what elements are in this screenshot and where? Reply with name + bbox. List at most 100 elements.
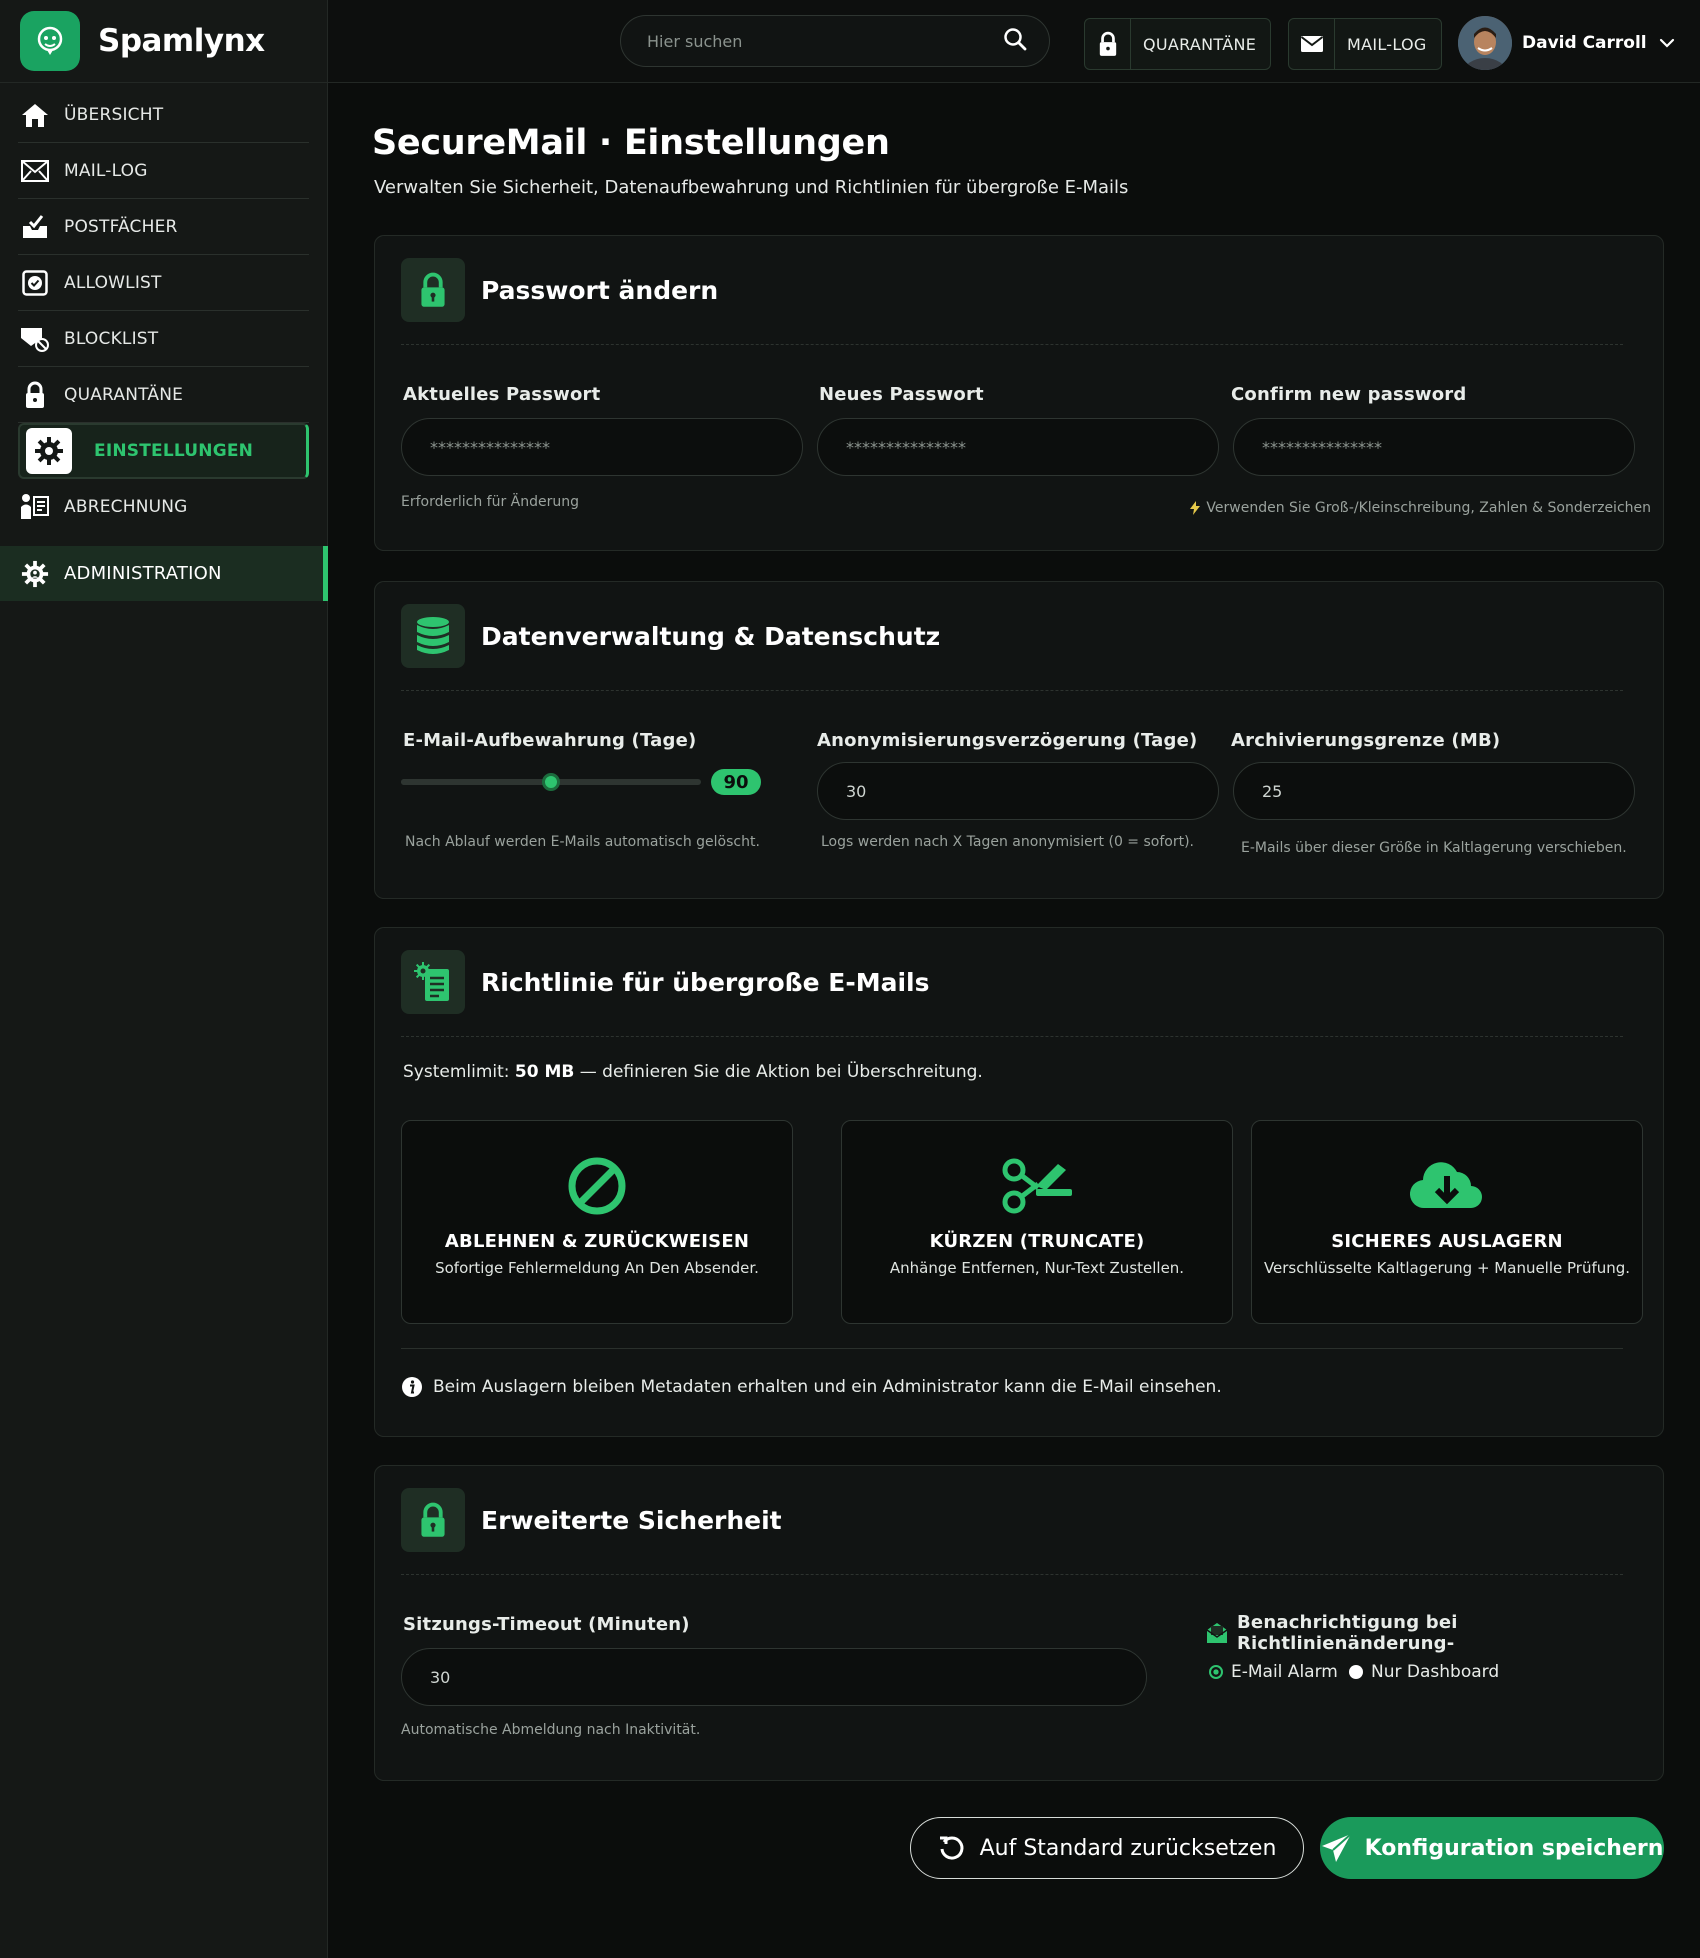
option-title: SICHERES AUSLAGERN <box>1331 1231 1563 1252</box>
avatar[interactable] <box>1458 16 1512 70</box>
sidebar-item-quarantine[interactable]: QUARANTÄNE <box>18 367 309 423</box>
sidebar-item-label: ALLOWLIST <box>64 272 162 293</box>
system-limit-suffix: — definieren Sie die Aktion bei Überschr… <box>574 1062 983 1082</box>
ban-icon <box>402 1151 792 1221</box>
info-icon <box>401 1376 423 1398</box>
confirm-password-field[interactable] <box>1233 418 1635 476</box>
brand-logo-icon[interactable] <box>20 11 80 71</box>
new-password-label: Neues Passwort <box>819 384 984 405</box>
anonymization-label: Anonymisierungsverzögerung (Tage) <box>817 730 1198 751</box>
data-management-card: Datenverwaltung & Datenschutz E-Mail-Auf… <box>374 581 1664 899</box>
session-timeout-label: Sitzungs-Timeout (Minuten) <box>403 1614 690 1635</box>
radio-dashboard-only[interactable]: Nur Dashboard <box>1349 1662 1499 1682</box>
search-input[interactable] <box>647 31 1003 51</box>
brand-name: Spamlynx <box>98 23 265 59</box>
retention-hint: Nach Ablauf werden E-Mails automatisch g… <box>405 834 760 850</box>
divider <box>401 1574 1623 1575</box>
data-card-header: Datenverwaltung & Datenschutz <box>401 604 940 668</box>
oversize-policy-card: Richtlinie für übergroße E-Mails Systeml… <box>374 927 1664 1437</box>
mail-block-icon <box>20 324 50 354</box>
system-limit-text: Systemlimit: 50 MB — definieren Sie die … <box>403 1062 983 1082</box>
reset-defaults-label: Auf Standard zurücksetzen <box>979 1835 1277 1861</box>
send-icon <box>1321 1833 1353 1863</box>
option-description: Anhänge Entfernen, Nur-Text Zustellen. <box>889 1259 1185 1277</box>
radio-dot-selected[interactable] <box>1209 1665 1223 1679</box>
search-box <box>620 15 1050 67</box>
option-title: ABLEHNEN & ZURÜCKWEISEN <box>444 1231 750 1252</box>
notification-setting: Benachrichtigung bei Richtlinienänderung… <box>1205 1612 1663 1654</box>
slider-thumb[interactable] <box>542 773 560 791</box>
slider-value-badge: 90 <box>711 769 761 795</box>
envelope-icon <box>1289 19 1335 69</box>
scissors-icon <box>842 1151 1232 1221</box>
option-truncate[interactable]: KÜRZEN (TRUNCATE) Anhänge Entfernen, Nur… <box>841 1120 1233 1324</box>
brand: Spamlynx <box>0 0 327 83</box>
sidebar-item-label: POSTFÄCHER <box>64 216 178 237</box>
topbar: QUARANTÄNE MAIL-LOG David Carroll <box>328 0 1700 83</box>
anonymization-delay-input[interactable] <box>817 762 1219 820</box>
divider <box>401 690 1623 691</box>
advanced-security-card: Erweiterte Sicherheit Sitzungs-Timeout (… <box>374 1465 1664 1781</box>
lock-icon <box>1085 19 1131 69</box>
billing-icon <box>20 492 50 522</box>
mail-log-button[interactable]: MAIL-LOG <box>1288 18 1442 70</box>
search-icon[interactable] <box>1003 27 1027 55</box>
notification-label: Benachrichtigung bei Richtlinienänderung… <box>1237 1612 1458 1654</box>
advanced-card-header: Erweiterte Sicherheit <box>401 1488 782 1552</box>
sidebar-nav: ÜBERSICHT MAIL-LOG POSTFÄCHER ALLOWLIST … <box>0 87 327 535</box>
save-config-label: Konfiguration speichern <box>1364 1835 1664 1861</box>
quarantine-button[interactable]: QUARANTÄNE <box>1084 18 1272 70</box>
divider <box>401 1348 1623 1349</box>
policy-document-icon <box>401 950 465 1014</box>
offload-info-text: Beim Auslagern bleiben Metadaten erhalte… <box>433 1377 1222 1397</box>
page-title: SecureMail · Einstellungen <box>372 123 890 163</box>
archive-limit-label: Archivierungsgrenze (MB) <box>1231 730 1501 751</box>
divider <box>401 1036 1623 1037</box>
reset-defaults-button[interactable]: Auf Standard zurücksetzen <box>910 1817 1304 1879</box>
database-icon <box>401 604 465 668</box>
lock-icon <box>401 1488 465 1552</box>
radio-email-alert[interactable]: E-Mail Alarm <box>1209 1662 1338 1682</box>
password-rules-text: Verwenden Sie Groß-/Kleinschreibung, Zah… <box>1206 500 1651 516</box>
radio-label: Nur Dashboard <box>1371 1662 1500 1682</box>
bolt-icon <box>1190 501 1201 515</box>
sidebar-item-label: ABRECHNUNG <box>64 497 188 517</box>
sidebar: Spamlynx ÜBERSICHT MAIL-LOG POSTFÄCHER A… <box>0 0 328 1958</box>
current-password-hint: Erforderlich für Änderung <box>401 494 580 510</box>
session-timeout-input[interactable] <box>401 1648 1147 1706</box>
save-config-button[interactable]: Konfiguration speichern <box>1320 1817 1664 1879</box>
user-menu[interactable]: David Carroll <box>1458 15 1675 71</box>
user-name: David Carroll <box>1522 33 1647 53</box>
oversize-card-header: Richtlinie für übergroße E-Mails <box>401 950 930 1014</box>
sidebar-item-label: MAIL-LOG <box>64 160 148 181</box>
sidebar-item-settings[interactable]: EINSTELLUNGEN <box>18 423 309 479</box>
retention-slider[interactable]: 90 <box>401 767 761 797</box>
option-secure-offload[interactable]: SICHERES AUSLAGERN Verschlüsselte Kaltla… <box>1251 1120 1643 1324</box>
sidebar-item-label: QUARANTÄNE <box>64 384 184 405</box>
sidebar-item-blocklist[interactable]: BLOCKLIST <box>18 311 309 367</box>
current-password-field[interactable] <box>401 418 803 476</box>
sidebar-item-administration[interactable]: ADMINISTRATION <box>0 546 328 601</box>
card-title: Datenverwaltung & Datenschutz <box>481 621 941 651</box>
radio-label: E-Mail Alarm <box>1231 1662 1338 1682</box>
option-reject[interactable]: ABLEHNEN & ZURÜCKWEISEN Sofortige Fehler… <box>401 1120 793 1324</box>
sidebar-item-allowlist[interactable]: ALLOWLIST <box>18 255 309 311</box>
archive-limit-input[interactable] <box>1233 762 1635 820</box>
radio-dot[interactable] <box>1349 1665 1363 1679</box>
sidebar-item-billing[interactable]: ABRECHNUNG <box>18 479 309 535</box>
new-password-field[interactable] <box>817 418 1219 476</box>
sidebar-item-mailboxes[interactable]: POSTFÄCHER <box>18 199 309 255</box>
password-card-header: Passwort ändern <box>401 258 718 322</box>
chevron-down-icon[interactable] <box>1659 38 1675 48</box>
sidebar-item-mail-log[interactable]: MAIL-LOG <box>18 143 309 199</box>
anonymization-hint: Logs werden nach X Tagen anonymisiert (0… <box>821 834 1195 850</box>
card-title: Erweiterte Sicherheit <box>481 1505 782 1535</box>
password-rules-hint: Verwenden Sie Groß-/Kleinschreibung, Zah… <box>1190 500 1651 516</box>
card-title: Richtlinie für übergroße E-Mails <box>481 967 930 997</box>
confirm-password-label: Confirm new password <box>1231 384 1467 405</box>
sidebar-item-overview[interactable]: ÜBERSICHT <box>18 87 309 143</box>
option-description: Sofortige Fehlermeldung An Den Absender. <box>435 1259 759 1277</box>
lock-icon <box>20 380 50 410</box>
inbox-icon <box>20 212 50 242</box>
archive-limit-hint: E-Mails über dieser Größe in Kaltlagerun… <box>1241 840 1627 856</box>
